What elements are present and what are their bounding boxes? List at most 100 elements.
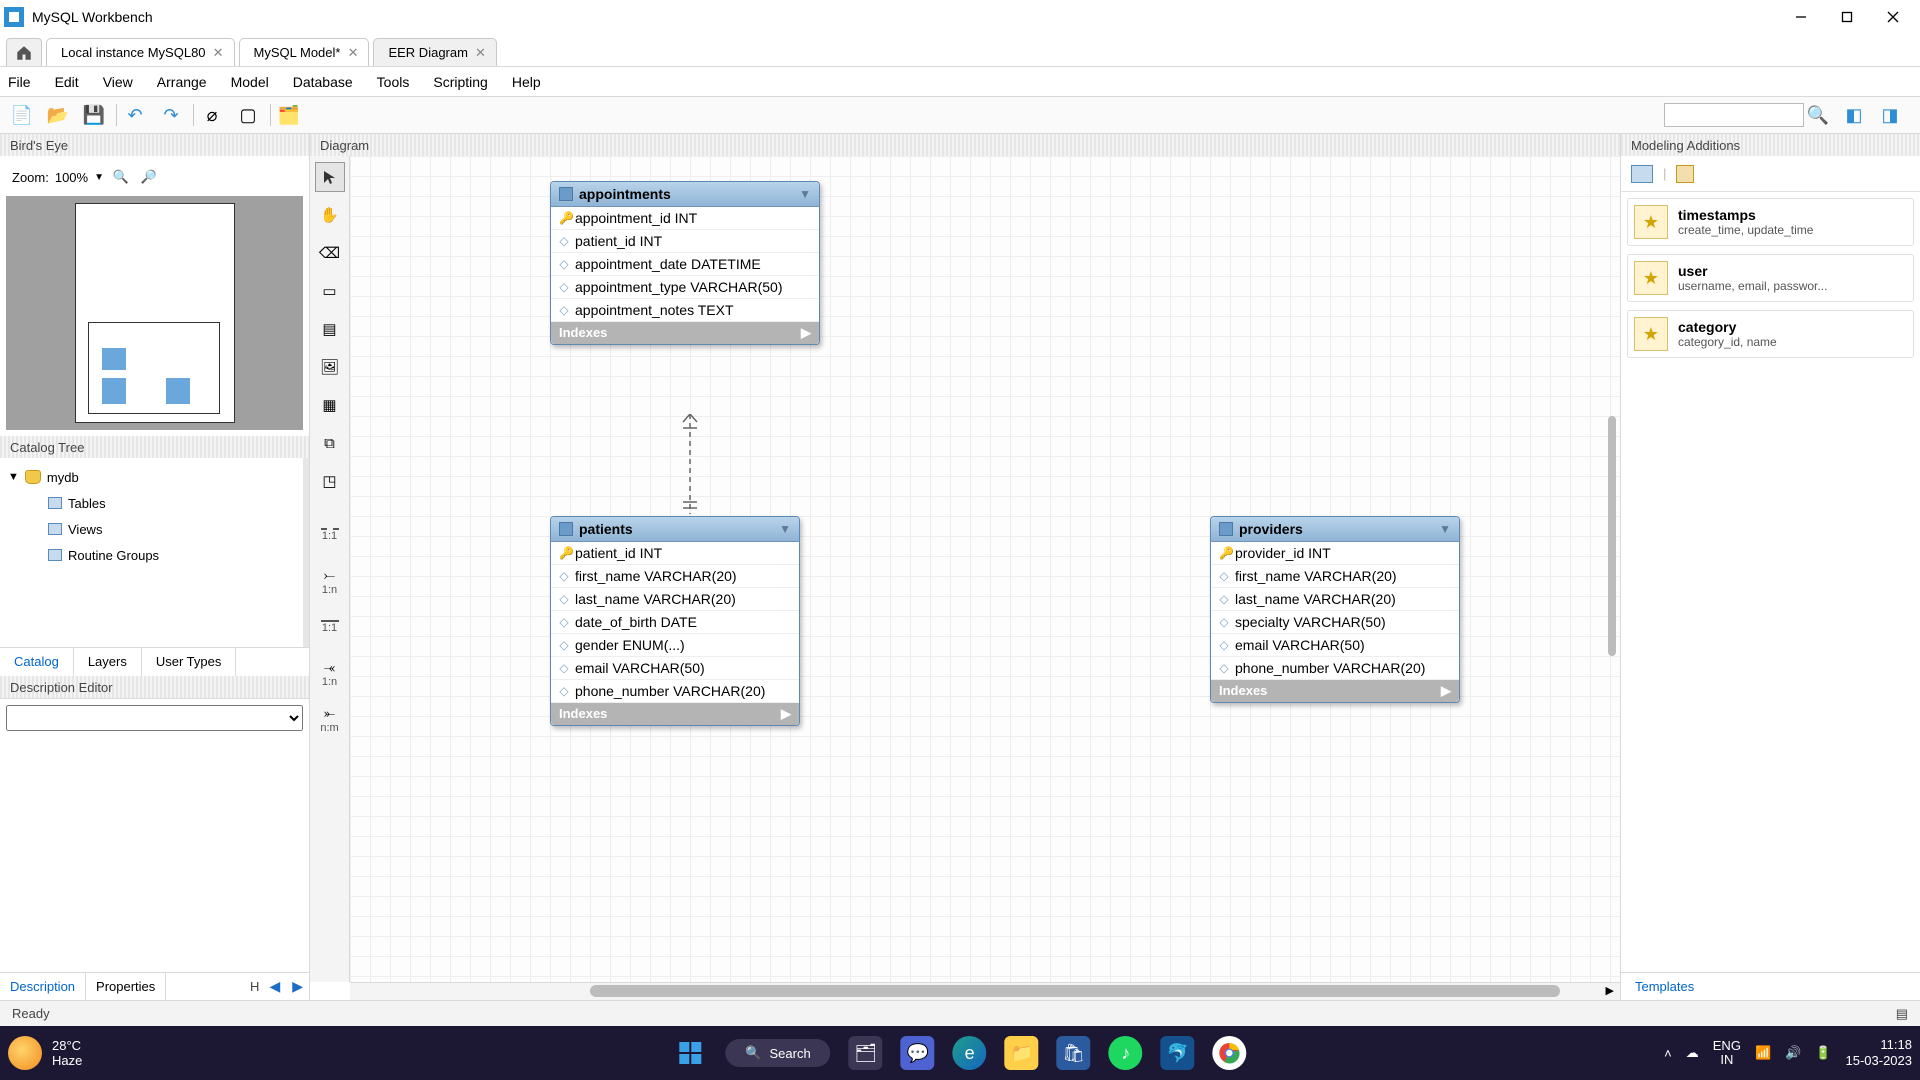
birds-eye-canvas[interactable] [6,196,303,430]
close-icon[interactable]: ✕ [475,45,486,61]
relation-appointments-patients[interactable] [675,414,705,519]
rel-1-1-id-tool[interactable]: 1:1 [315,608,345,646]
grid-toggle-button[interactable]: ⌀ [198,101,226,129]
scroll-right-icon[interactable]: ▶ [286,978,309,995]
clock[interactable]: 11:18 15-03-2023 [1846,1037,1913,1068]
menu-file[interactable]: File [8,74,31,90]
close-icon[interactable]: ✕ [213,45,224,61]
note-tool[interactable]: ▤ [315,314,345,344]
table-tool[interactable]: ▦ [315,390,345,420]
entity-header[interactable]: appointments ▼ [551,182,819,207]
template-table-icon[interactable] [1676,165,1694,183]
start-button[interactable] [673,1036,707,1070]
cloud-icon[interactable]: ☁ [1686,1045,1699,1061]
image-tool[interactable]: 🖼 [315,352,345,382]
entity-providers[interactable]: providers ▼ 🔑provider_id INT ◇first_name… [1210,516,1460,703]
hand-tool[interactable]: ✋ [315,200,345,230]
collapse-icon[interactable]: ▼ [799,187,811,201]
search-input[interactable] [1664,103,1804,127]
undo-button[interactable]: ↶ [121,101,149,129]
entity-patients[interactable]: patients ▼ 🔑patient_id INT ◇first_name V… [550,516,800,726]
language-indicator[interactable]: ENG IN [1713,1039,1741,1068]
layer-tool[interactable]: ▭ [315,276,345,306]
toggle-left-panel-button[interactable]: ◧ [1840,101,1868,129]
scroll-right-icon[interactable]: ▶ [1606,984,1614,997]
tree-node-db[interactable]: ▼ mydb [8,464,295,490]
new-diagram-button[interactable]: 🗂️ [275,101,303,129]
menu-model[interactable]: Model [231,74,269,90]
new-file-button[interactable]: 📄 [8,101,36,129]
tray-overflow-icon[interactable]: ˄ [1664,1046,1672,1061]
search-button[interactable]: 🔍 [1804,101,1832,129]
catalog-tree[interactable]: ▼ mydb Tables Views Routine Groups [0,458,309,647]
mysql-workbench-app-icon[interactable]: 🐬 [1161,1036,1195,1070]
rel-n-m-tool[interactable]: ⤜n:m [315,700,345,738]
close-icon[interactable]: ✕ [348,45,359,61]
tab-catalog[interactable]: Catalog [0,648,74,677]
tree-node-tables[interactable]: Tables [8,490,295,516]
routine-tool[interactable]: ◳ [315,466,345,496]
spotify-app-icon[interactable]: ♪ [1109,1036,1143,1070]
menu-view[interactable]: View [103,74,133,90]
template-group-icon[interactable] [1631,165,1653,183]
weather-widget[interactable]: 28°C Haze [8,1036,82,1070]
horizontal-scrollbar[interactable]: ▶ [350,982,1620,1000]
menu-tools[interactable]: Tools [377,74,410,90]
volume-icon[interactable]: 🔊 [1785,1045,1801,1061]
edge-app-icon[interactable]: e [953,1036,987,1070]
diagram-canvas[interactable]: appointments ▼ 🔑appointment_id INT ◇pati… [350,156,1620,982]
tab-properties[interactable]: Properties [86,973,166,1000]
home-tab[interactable] [6,38,42,66]
entity-header[interactable]: providers ▼ [1211,517,1459,542]
collapse-icon[interactable]: ▼ [779,522,791,536]
tab-description[interactable]: Description [0,973,86,1000]
task-view-button[interactable]: 🗂 [849,1036,883,1070]
close-button[interactable] [1870,0,1916,34]
entity-header[interactable]: patients ▼ [551,517,799,542]
zoom-out-icon[interactable]: 🔎 [138,166,160,188]
battery-icon[interactable]: 🔋 [1815,1045,1831,1061]
rel-1-n-id-tool[interactable]: ⤛1:n [315,654,345,692]
tab-local-instance[interactable]: Local instance MySQL80 ✕ [46,38,235,66]
addition-user[interactable]: ★ user username, email, passwor... [1627,254,1914,302]
store-app-icon[interactable]: 🛍 [1057,1036,1091,1070]
scroll-left-icon[interactable]: ◀ [263,978,286,995]
tab-mysql-model[interactable]: MySQL Model* ✕ [239,38,370,66]
collapse-icon[interactable]: ▼ [1439,522,1451,536]
tree-node-routines[interactable]: Routine Groups [8,542,295,568]
menu-arrange[interactable]: Arrange [157,74,207,90]
status-layout-icon[interactable]: ▤ [1896,1006,1908,1022]
indexes-row[interactable]: Indexes▶ [551,322,819,344]
eraser-tool[interactable]: ⌫ [315,238,345,268]
align-button[interactable]: ▢ [234,101,262,129]
minimize-button[interactable] [1778,0,1824,34]
zoom-dropdown[interactable]: ▼ [94,172,104,183]
menu-help[interactable]: Help [512,74,541,90]
vertical-scrollbar[interactable] [1608,416,1616,656]
tab-eer-diagram[interactable]: EER Diagram ✕ [373,38,496,66]
menu-database[interactable]: Database [293,74,353,90]
addition-timestamps[interactable]: ★ timestamps create_time, update_time [1627,198,1914,246]
addition-category[interactable]: ★ category category_id, name [1627,310,1914,358]
redo-button[interactable]: ↷ [157,101,185,129]
explorer-app-icon[interactable]: 📁 [1005,1036,1039,1070]
rel-1-1-nonid-tool[interactable]: 1:1 [315,516,345,554]
zoom-in-icon[interactable]: 🔍 [110,166,132,188]
menu-edit[interactable]: Edit [55,74,79,90]
indexes-row[interactable]: Indexes▶ [1211,680,1459,702]
tab-templates[interactable]: Templates [1621,973,1708,1000]
taskbar-search[interactable]: 🔍 Search [725,1039,830,1067]
pointer-tool[interactable] [315,162,345,192]
toggle-right-panel-button[interactable]: ◨ [1876,101,1904,129]
expand-icon[interactable]: ▼ [8,471,19,483]
chrome-app-icon[interactable] [1213,1036,1247,1070]
tab-truncated[interactable]: H [166,979,263,994]
tree-node-views[interactable]: Views [8,516,295,542]
open-file-button[interactable]: 📂 [44,101,72,129]
tab-user-types[interactable]: User Types [142,648,237,676]
wifi-icon[interactable]: 📶 [1755,1045,1771,1061]
description-select[interactable] [6,705,303,731]
entity-appointments[interactable]: appointments ▼ 🔑appointment_id INT ◇pati… [550,181,820,345]
view-tool[interactable]: ⧉ [315,428,345,458]
tab-layers[interactable]: Layers [74,648,142,676]
